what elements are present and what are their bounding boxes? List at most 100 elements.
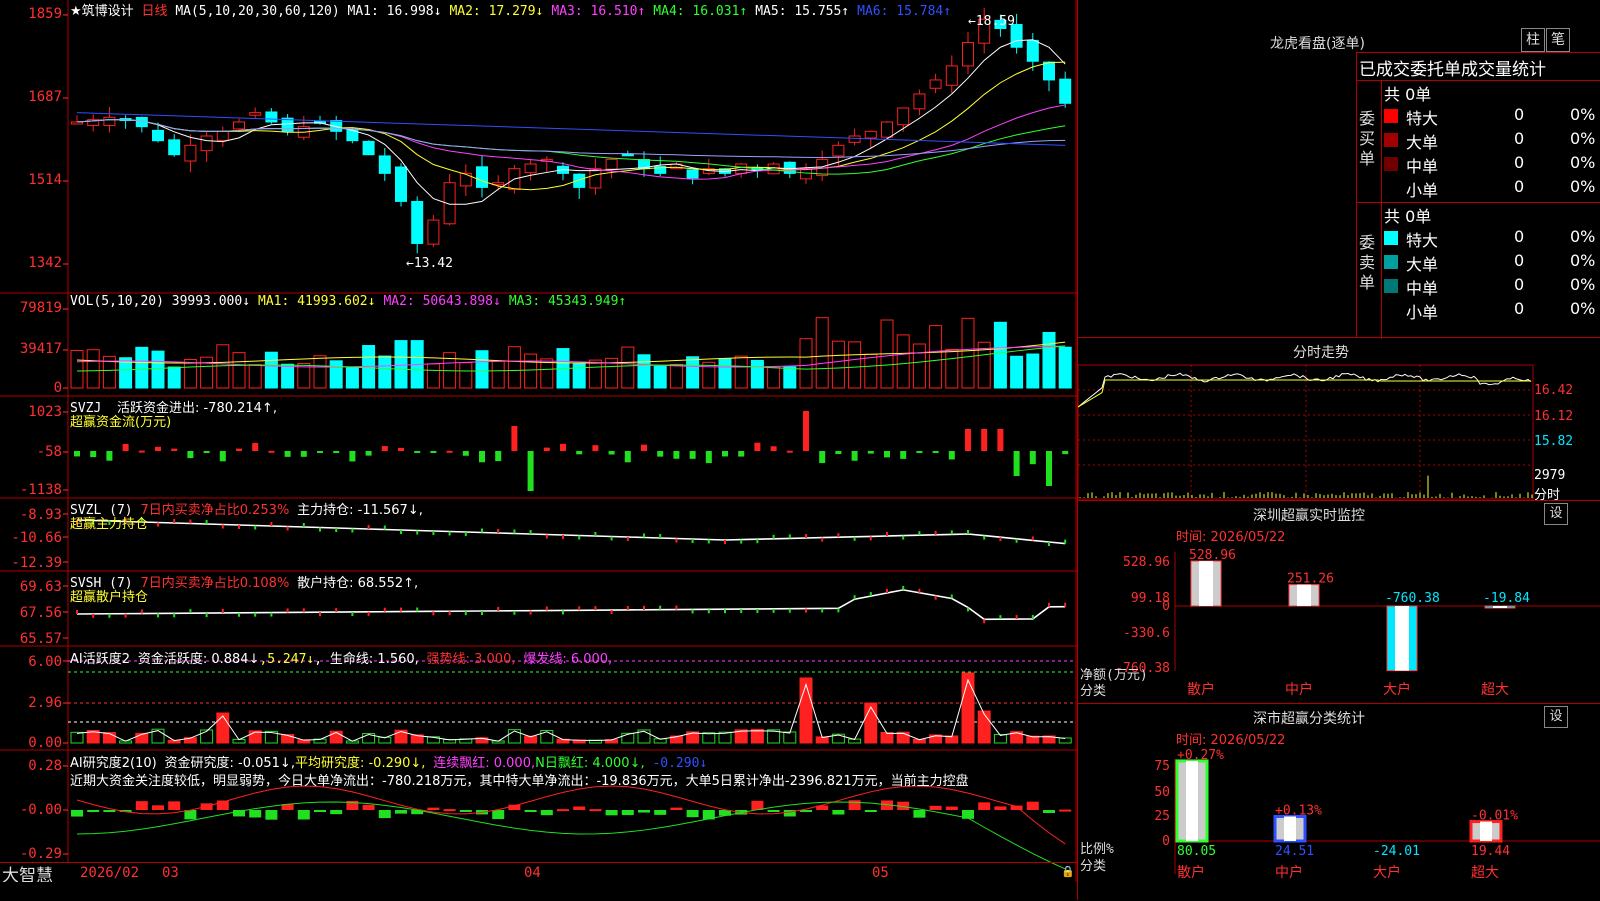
vol-bar xyxy=(637,354,651,389)
svzj-bar xyxy=(74,451,80,457)
ai2-bar xyxy=(297,810,310,820)
right-panel: 龙虎看盘(逐单) 柱 笔 已成交委托单成交量统计 委买单 共 0单 特大 0 0% 大… xyxy=(1077,0,1600,900)
vol-axis-2: 39417 xyxy=(19,341,62,357)
svzj-bar xyxy=(236,448,242,451)
svzj-bar xyxy=(284,451,291,457)
bar-2 xyxy=(1386,605,1418,672)
ai2-bar xyxy=(654,810,667,815)
candle xyxy=(1059,71,1072,108)
vol-bar xyxy=(750,359,764,389)
candle xyxy=(945,55,958,93)
candle xyxy=(265,108,278,124)
row-pct: 0% xyxy=(1570,227,1596,246)
ai2-bar xyxy=(184,810,197,820)
svzj-bar xyxy=(592,445,599,451)
ai1-header: AI活跃度2 资金活跃度: 0.884↓,5.247↓, 生命线: 1.560,… xyxy=(70,652,613,667)
svzj-bar xyxy=(1046,451,1052,486)
chart-area[interactable]: ★筑博设计 日线 MA(5,10,20,30,60,120) MA1: 16.9… xyxy=(0,0,1077,882)
ma-1: MA2: 17.279↓ xyxy=(449,4,544,19)
fltj-chart: 75 50 25 0 +0.27% 80.05 散户 +0.13% 24.51 中户 -24.01 大… xyxy=(1080,748,1600,881)
vol-bar xyxy=(491,360,505,389)
ai2-bar xyxy=(945,806,958,810)
lhkp-row: 中单 0 0% xyxy=(1384,153,1600,176)
lock-icon[interactable]: 🔒 xyxy=(1061,865,1075,878)
ai1-bar xyxy=(702,732,716,744)
candle xyxy=(1026,32,1039,71)
svzj-bar xyxy=(1029,451,1036,465)
chart-canvas[interactable] xyxy=(0,0,1077,882)
svzj-bar xyxy=(981,429,988,451)
price-axis-4: 1342 xyxy=(28,255,62,271)
vol-bar xyxy=(993,321,1007,389)
period-label[interactable]: 日线 xyxy=(141,4,167,19)
candle xyxy=(686,169,699,185)
ai2-bar xyxy=(864,810,877,812)
ai2-bar xyxy=(978,802,991,810)
low-price-label: ←13.42 xyxy=(406,256,453,271)
row-name: 小单 xyxy=(1406,303,1439,322)
ai1-axis-1: 6.00 xyxy=(28,654,62,670)
svzl-axis-3: -12.39 xyxy=(11,555,62,571)
vol-bar xyxy=(588,359,602,389)
svzj-bar xyxy=(705,451,712,464)
candle xyxy=(702,158,715,176)
ai2-bar xyxy=(168,801,181,810)
column-view-button[interactable]: 柱 xyxy=(1521,28,1545,52)
fltj-axis-label: 25 xyxy=(1154,809,1170,824)
fltj-cat-label: 分类 xyxy=(1080,859,1106,874)
vol-bar xyxy=(345,367,359,389)
x-label-2: 03 xyxy=(162,865,179,881)
vol-bar xyxy=(621,346,635,389)
svzj-bar xyxy=(624,451,631,463)
svzj-bar xyxy=(155,446,161,451)
ai2-bar xyxy=(265,810,278,820)
ai2-bar xyxy=(832,810,845,815)
row-value: 0 xyxy=(1514,177,1525,196)
swatch-icon xyxy=(1384,133,1398,147)
vol-bar xyxy=(86,349,100,389)
candle xyxy=(848,128,861,146)
ai2-bar xyxy=(1026,801,1039,810)
ai2-bar xyxy=(443,809,456,812)
svzj-bar xyxy=(738,451,745,457)
svzj-axis-3: -1138 xyxy=(19,482,62,498)
tick-view-button[interactable]: 笔 xyxy=(1546,28,1570,52)
svzj-bar xyxy=(948,451,955,460)
ai2-bar xyxy=(929,805,942,810)
svzj-bar xyxy=(641,444,647,451)
row-pct: 0% xyxy=(1570,105,1596,124)
fltj-value: 80.05 xyxy=(1177,844,1216,859)
candle xyxy=(71,115,83,125)
swatch-icon xyxy=(1384,231,1398,245)
lhkp-row: 小单 0 0% xyxy=(1384,299,1600,322)
ai2-axis-3: -0.29 xyxy=(19,846,62,862)
szcy-unit: 净额(万元) xyxy=(1080,668,1148,683)
high-price-label: ←18.59 xyxy=(968,14,1015,29)
sell-total: 共 0单 xyxy=(1384,207,1432,226)
svsh-axis-1: 69.63 xyxy=(19,579,62,595)
ai2-bar xyxy=(605,810,618,816)
vol-bar xyxy=(281,363,295,389)
bar-axis-label: 528.96 xyxy=(1123,555,1170,570)
svzj-bar xyxy=(365,451,372,456)
fltj-value: -24.01 xyxy=(1373,844,1420,859)
svzj-bar xyxy=(819,451,826,464)
vol-bar xyxy=(864,353,878,389)
bar-category: 中户 xyxy=(1285,681,1313,698)
candle xyxy=(216,126,229,147)
stock-title[interactable]: ★筑博设计 xyxy=(70,4,134,19)
vol-bar xyxy=(264,351,278,389)
fenshi-chart[interactable] xyxy=(1078,362,1600,502)
ai2-bar xyxy=(767,810,780,812)
ai1-bar xyxy=(864,702,878,744)
x-label-3: 04 xyxy=(524,865,541,881)
svzj-bar xyxy=(689,451,696,459)
vol-header: VOL(5,10,20) 39993.000↓ MA1: 41993.602↓ MA… xyxy=(70,294,627,309)
vol-bar xyxy=(70,349,84,389)
svzl-subtitle: 超赢主力持仓 xyxy=(70,517,149,532)
ai2-bar xyxy=(427,807,440,810)
price-axis-1: 1859 xyxy=(28,6,62,22)
fenshi-panel[interactable]: 分时走势 16.42 16.12 15.82 2979 分时 xyxy=(1078,337,1600,503)
vol-bar xyxy=(394,340,408,389)
vol-bar xyxy=(848,341,862,389)
